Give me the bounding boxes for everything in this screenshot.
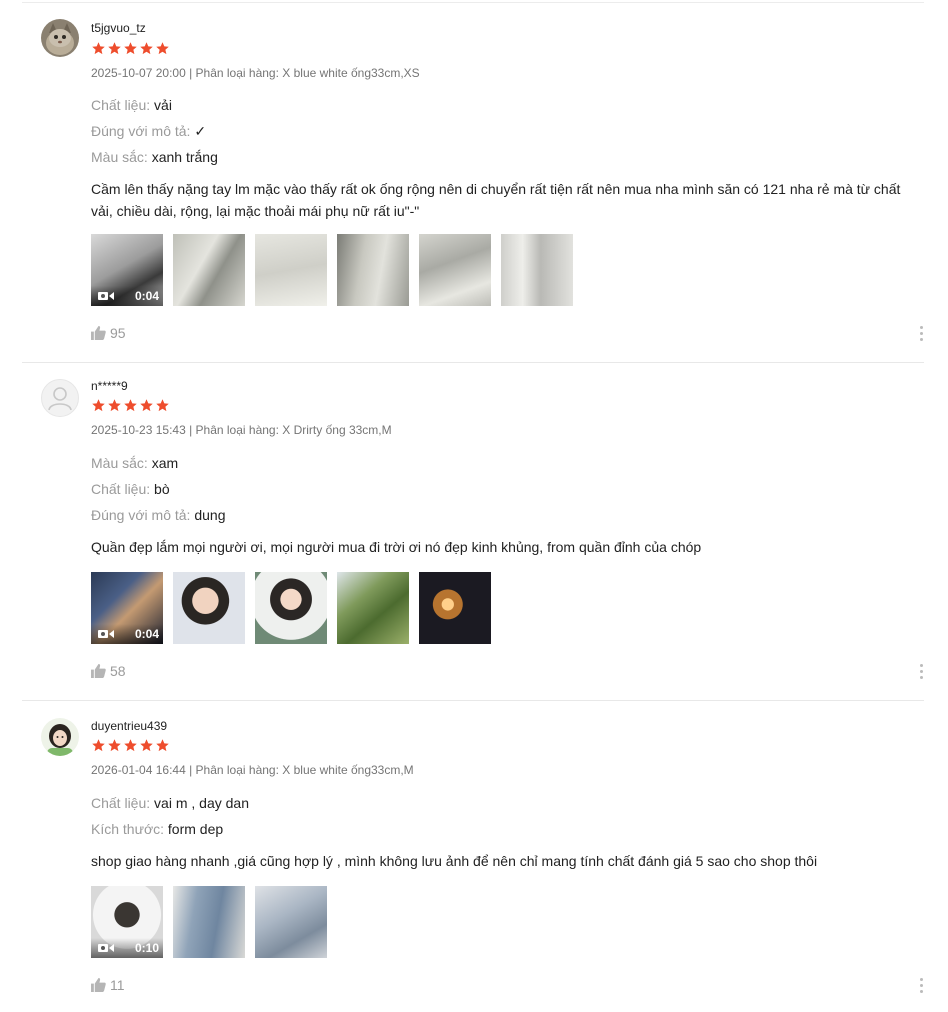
video-camera-icon (98, 292, 114, 300)
attribute-key: Kích thước: (91, 821, 165, 837)
more-options-icon[interactable] (918, 978, 924, 993)
star-icon (108, 42, 121, 55)
photo-thumbnail[interactable] (255, 886, 327, 958)
video-badge: 0:04 (91, 624, 163, 644)
like-button[interactable]: 58 (91, 663, 126, 679)
thumbs-up-icon (91, 664, 106, 678)
photo-thumbnail[interactable] (173, 572, 245, 644)
review-comment: Quần đẹp lắm mọi người ơi, mọi người mua… (91, 539, 702, 555)
attribute-value: dung (194, 507, 226, 523)
thumbs-up-icon (91, 978, 106, 992)
star-icon (92, 42, 105, 55)
video-badge: 0:04 (91, 286, 163, 306)
attribute-value: vai m , day dan (154, 795, 249, 811)
avatar[interactable] (41, 19, 79, 57)
review-attribute: Đúng với mô tả: ✓ (91, 123, 206, 140)
video-badge: 0:10 (91, 938, 163, 958)
review-comment: Cầm lên thấy nặng tay lm mặc vào thấy rấ… (91, 181, 901, 219)
review-author[interactable]: t5jgvuo_tz (91, 21, 146, 35)
photo-thumbnail[interactable] (173, 886, 245, 958)
video-camera-icon (98, 944, 114, 952)
attribute-value: xam (151, 455, 179, 471)
attribute-key: Chất liệu: (91, 97, 151, 113)
star-icon (140, 739, 153, 752)
attribute-value: ✓ (194, 123, 207, 139)
photo-thumbnail[interactable] (173, 234, 245, 306)
attribute-key: Đúng với mô tả: (91, 507, 191, 523)
video-thumbnail[interactable]: 0:10 (91, 886, 163, 958)
review-media: 0:04 (91, 234, 573, 306)
review-attribute: Màu sắc: xam (91, 455, 178, 471)
attribute-key: Màu sắc: (91, 149, 148, 165)
review-meta: 2025-10-23 15:43 | Phân loại hàng: X Dri… (91, 423, 392, 437)
star-icon (156, 399, 169, 412)
more-options-icon[interactable] (918, 326, 924, 341)
like-button[interactable]: 11 (91, 977, 125, 993)
review-divider (22, 700, 924, 701)
like-button[interactable]: 95 (91, 325, 126, 341)
avatar[interactable] (41, 379, 79, 417)
attribute-value: xanh trắng (151, 149, 218, 165)
video-camera-icon (98, 630, 114, 638)
review-attribute: Chất liệu: bò (91, 481, 170, 497)
more-options-icon[interactable] (918, 664, 924, 679)
photo-thumbnail[interactable] (255, 572, 327, 644)
video-thumbnail[interactable]: 0:04 (91, 234, 163, 306)
star-icon (124, 42, 137, 55)
star-icon (92, 399, 105, 412)
photo-thumbnail[interactable] (337, 234, 409, 306)
star-rating (91, 41, 170, 56)
review-comment: shop giao hàng nhanh ,giá cũng hợp lý , … (91, 853, 818, 869)
review-author[interactable]: n*****9 (91, 379, 128, 393)
photo-thumbnail[interactable] (337, 572, 409, 644)
photo-thumbnail[interactable] (255, 234, 327, 306)
star-icon (108, 739, 121, 752)
video-duration: 0:04 (134, 627, 159, 641)
star-icon (92, 739, 105, 752)
attribute-value: bò (154, 481, 170, 497)
like-count: 95 (110, 325, 126, 341)
review-media: 0:10 (91, 886, 327, 958)
star-icon (108, 399, 121, 412)
review-media: 0:04 (91, 572, 491, 644)
attribute-key: Chất liệu: (91, 795, 151, 811)
star-icon (156, 42, 169, 55)
video-duration: 0:04 (134, 289, 159, 303)
star-rating (91, 398, 170, 413)
review-divider (22, 362, 924, 363)
review-attribute: Chất liệu: vai m , day dan (91, 795, 249, 811)
video-duration: 0:10 (134, 941, 159, 955)
review-attribute: Kích thước: form dep (91, 821, 223, 837)
star-icon (124, 739, 137, 752)
review-meta: 2025-10-07 20:00 | Phân loại hàng: X blu… (91, 66, 420, 80)
photo-thumbnail[interactable] (419, 572, 491, 644)
review-attribute: Màu sắc: xanh trắng (91, 149, 218, 165)
review-attribute: Chất liệu: vải (91, 97, 172, 113)
photo-thumbnail[interactable] (501, 234, 573, 306)
thumbs-up-icon (91, 326, 106, 340)
star-icon (124, 399, 137, 412)
attribute-key: Chất liệu: (91, 481, 151, 497)
top-divider (22, 2, 924, 3)
attribute-value: form dep (167, 821, 224, 837)
like-count: 11 (110, 977, 125, 993)
avatar[interactable] (41, 718, 79, 756)
attribute-key: Đúng với mô tả: (91, 123, 191, 139)
default-user-icon (48, 387, 72, 411)
video-thumbnail[interactable]: 0:04 (91, 572, 163, 644)
review-attribute: Đúng với mô tả: dung (91, 507, 226, 523)
photo-thumbnail[interactable] (419, 234, 491, 306)
star-icon (140, 42, 153, 55)
like-count: 58 (110, 663, 126, 679)
review-meta: 2026-01-04 16:44 | Phân loại hàng: X blu… (91, 763, 414, 777)
star-rating (91, 738, 170, 753)
star-icon (156, 739, 169, 752)
attribute-value: vải (154, 97, 172, 113)
star-icon (140, 399, 153, 412)
review-author[interactable]: duyentrieu439 (91, 719, 167, 733)
attribute-key: Màu sắc: (91, 455, 148, 471)
